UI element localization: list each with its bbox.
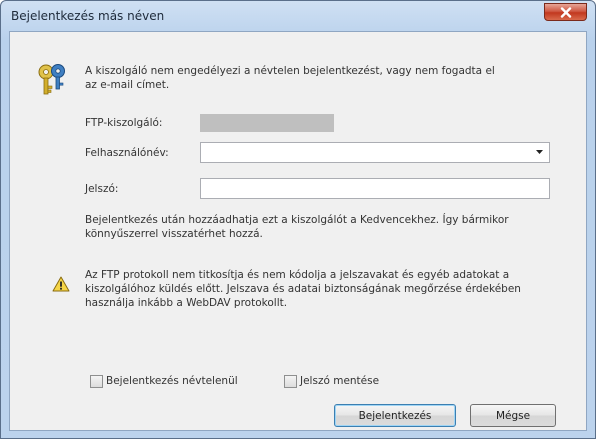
- anonymous-login-checkbox[interactable]: [90, 375, 103, 388]
- warning-line1: Az FTP protokoll nem titkosítja és nem k…: [85, 269, 510, 281]
- server-label: FTP-kiszolgáló:: [85, 117, 163, 129]
- warning-line3: használja inkább a WebDAV protokollt.: [85, 297, 288, 309]
- save-password-checkbox[interactable]: [284, 375, 297, 388]
- title-bar[interactable]: Bejelentkezés más néven: [1, 1, 595, 31]
- username-combobox[interactable]: [200, 142, 550, 163]
- password-input[interactable]: [200, 178, 550, 199]
- error-message-line1: A kiszolgáló nem engedélyezi a névtelen …: [85, 65, 495, 77]
- cancel-button[interactable]: Mégse: [470, 404, 556, 427]
- favorites-info-line2: könnyűszerrel visszatérhet hozzá.: [85, 228, 263, 240]
- warning-line2: kiszolgálóhoz küldés előtt. Jelszava és …: [85, 283, 521, 295]
- favorites-info-line1: Bejelentkezés után hozzáadhatja ezt a ki…: [85, 214, 509, 226]
- close-button[interactable]: [544, 3, 587, 21]
- chevron-down-icon[interactable]: [536, 150, 543, 154]
- dialog-body: A kiszolgáló nem engedélyezi a névtelen …: [9, 31, 587, 431]
- server-value-redacted: [200, 114, 334, 132]
- error-message-line2: az e-mail címet.: [85, 79, 170, 91]
- window-title: Bejelentkezés más néven: [11, 9, 165, 23]
- anonymous-login-label[interactable]: Bejelentkezés névtelenül: [106, 374, 238, 388]
- password-label: Jelszó:: [85, 183, 119, 195]
- keys-icon: [38, 64, 65, 95]
- login-dialog: Bejelentkezés más néven A kiszolgáló nem…: [0, 0, 596, 439]
- close-icon: [560, 6, 571, 18]
- username-label: Felhasználónév:: [85, 147, 169, 159]
- save-password-label[interactable]: Jelszó mentése: [300, 374, 379, 388]
- login-button[interactable]: Bejelentkezés: [334, 404, 456, 427]
- warning-icon: [52, 276, 70, 292]
